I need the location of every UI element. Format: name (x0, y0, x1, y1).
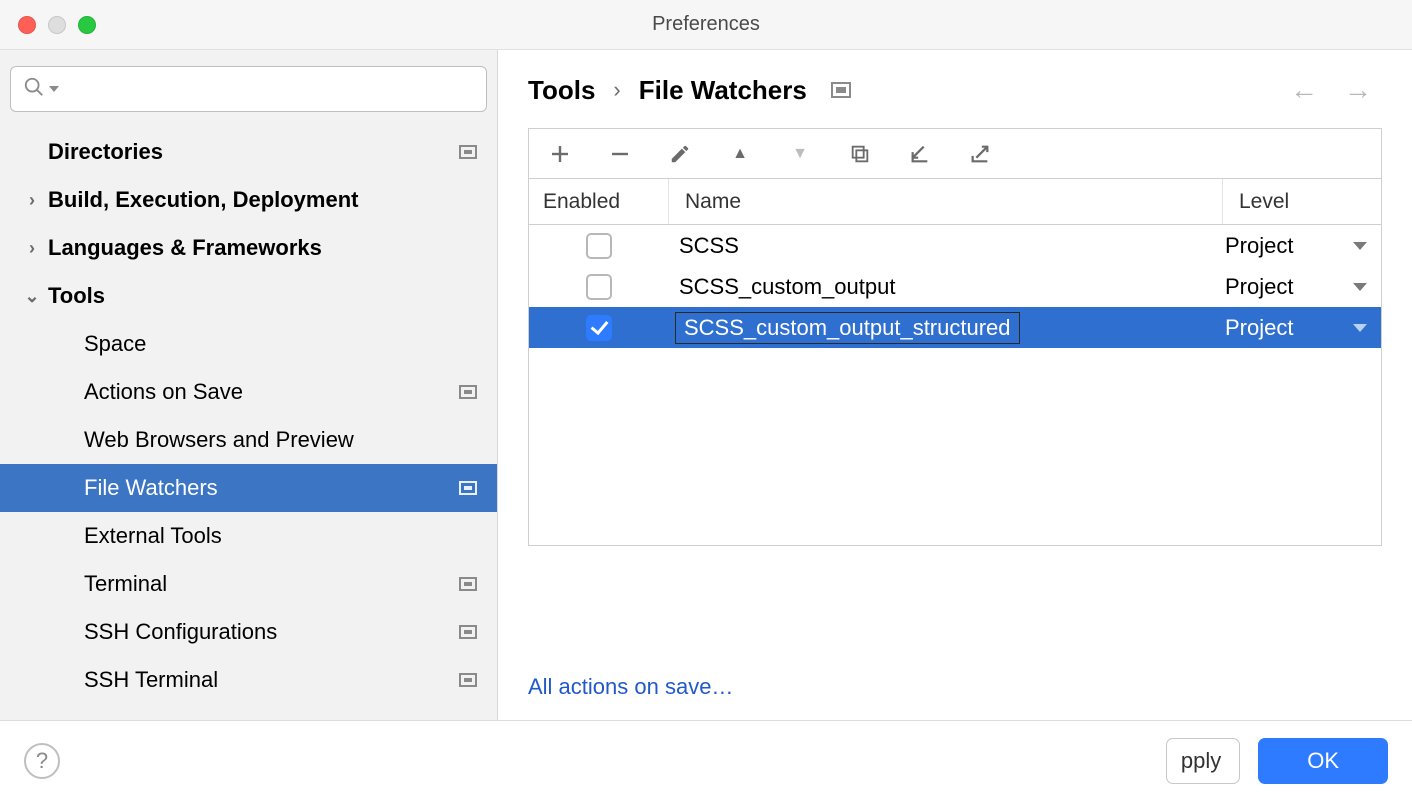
col-header-name[interactable]: Name (669, 179, 1223, 224)
sidebar-item-web-browsers-and-preview[interactable]: Web Browsers and Preview (0, 416, 497, 464)
chevron-right-icon: › (613, 77, 620, 103)
remove-icon[interactable] (607, 141, 633, 167)
sidebar-item-ssh-configurations[interactable]: SSH Configurations (0, 608, 497, 656)
move-up-icon[interactable]: ▲ (727, 141, 753, 167)
watcher-name: SCSS_custom_output (679, 274, 895, 300)
table-row[interactable]: SCSS Project (529, 225, 1381, 266)
edit-icon[interactable] (667, 141, 693, 167)
sidebar-item-file-watchers[interactable]: File Watchers (0, 464, 497, 512)
search-icon (23, 76, 45, 103)
table-header: Enabled Name Level (529, 179, 1381, 225)
export-icon[interactable] (967, 141, 993, 167)
dialog-footer: ? pply OK (0, 720, 1412, 800)
enabled-checkbox[interactable] (586, 233, 612, 259)
search-input[interactable] (69, 79, 474, 100)
sidebar-item-actions-on-save[interactable]: Actions on Save (0, 368, 497, 416)
apply-button[interactable]: pply (1166, 738, 1240, 784)
table-row[interactable]: SCSS_custom_output Project (529, 266, 1381, 307)
enabled-checkbox[interactable] (586, 315, 612, 341)
table-body: SCSSProjectSCSS_custom_outputProjectSCSS… (529, 225, 1381, 545)
sidebar-item-label: Actions on Save (84, 379, 459, 405)
sidebar-item-label: Web Browsers and Preview (84, 427, 483, 453)
scope-project-icon (831, 82, 851, 98)
sidebar-item-space[interactable]: Space (0, 320, 497, 368)
watcher-name: SCSS_custom_output_structured (675, 312, 1020, 344)
sidebar-item-label: External Tools (84, 523, 483, 549)
sidebar-item-tools[interactable]: ⌄ Tools (0, 272, 497, 320)
nav-back-icon[interactable]: ← (1290, 74, 1318, 106)
sidebar-item-build-execution-deployment[interactable]: › Build, Execution, Deployment (0, 176, 497, 224)
move-down-icon[interactable]: ▼ (787, 141, 813, 167)
add-icon[interactable] (547, 141, 573, 167)
sidebar-item-label: Tools (48, 283, 483, 309)
level-select[interactable]: Project (1225, 233, 1293, 259)
col-header-level[interactable]: Level (1223, 179, 1381, 224)
dropdown-caret-icon[interactable] (1353, 283, 1367, 291)
sidebar-item-label: Languages & Frameworks (48, 235, 483, 261)
watcher-name: SCSS (679, 233, 739, 259)
sidebar-item-label: SSH Terminal (84, 667, 459, 693)
sidebar-item-directories[interactable]: Directories (0, 128, 497, 176)
copy-icon[interactable] (847, 141, 873, 167)
sidebar-item-external-tools[interactable]: External Tools (0, 512, 497, 560)
breadcrumb-root[interactable]: Tools (528, 75, 595, 106)
level-select[interactable]: Project (1225, 274, 1293, 300)
scope-project-icon (459, 481, 477, 495)
col-header-enabled[interactable]: Enabled (529, 179, 669, 224)
level-select[interactable]: Project (1225, 315, 1293, 341)
window-title: Preferences (0, 13, 1412, 36)
nav-forward-icon[interactable]: → (1344, 74, 1372, 106)
search-options-caret-icon[interactable] (49, 86, 59, 92)
content-pane: Tools › File Watchers ← → ▲ ▼ Enabled (498, 50, 1412, 720)
breadcrumb: Tools › File Watchers ← → (498, 50, 1412, 114)
scope-project-icon (459, 577, 477, 591)
chevron-right-icon: › (22, 190, 42, 211)
titlebar: Preferences (0, 0, 1412, 50)
help-icon: ? (36, 748, 48, 774)
file-watchers-panel: ▲ ▼ Enabled Name Level SCSSProjectSCSS_c… (528, 128, 1382, 546)
scope-project-icon (459, 385, 477, 399)
settings-tree: Directories › Build, Execution, Deployment… (0, 128, 497, 704)
dropdown-caret-icon[interactable] (1353, 242, 1367, 250)
sidebar-item-languages-frameworks[interactable]: › Languages & Frameworks (0, 224, 497, 272)
chevron-right-icon: › (22, 238, 42, 259)
sidebar-item-label: Space (84, 331, 483, 357)
ok-button[interactable]: OK (1258, 738, 1388, 784)
help-button[interactable]: ? (24, 743, 60, 779)
sidebar-item-label: Directories (48, 139, 459, 165)
sidebar-item-label: File Watchers (84, 475, 459, 501)
sidebar-item-terminal[interactable]: Terminal (0, 560, 497, 608)
table-row[interactable]: SCSS_custom_output_structured Project (529, 307, 1381, 348)
scope-project-icon (459, 673, 477, 687)
search-field[interactable] (10, 66, 487, 112)
import-icon[interactable] (907, 141, 933, 167)
all-actions-on-save-link[interactable]: All actions on save… (528, 674, 733, 699)
sidebar-item-label: Build, Execution, Deployment (48, 187, 483, 213)
scope-project-icon (459, 145, 477, 159)
table-toolbar: ▲ ▼ (529, 129, 1381, 179)
sidebar-item-label: SSH Configurations (84, 619, 459, 645)
sidebar-item-label: Terminal (84, 571, 459, 597)
scope-project-icon (459, 625, 477, 639)
breadcrumb-leaf: File Watchers (639, 75, 807, 106)
preferences-sidebar: Directories › Build, Execution, Deployment… (0, 50, 498, 720)
sidebar-item-ssh-terminal[interactable]: SSH Terminal (0, 656, 497, 704)
dropdown-caret-icon[interactable] (1353, 324, 1367, 332)
chevron-down-icon: ⌄ (22, 286, 42, 307)
enabled-checkbox[interactable] (586, 274, 612, 300)
